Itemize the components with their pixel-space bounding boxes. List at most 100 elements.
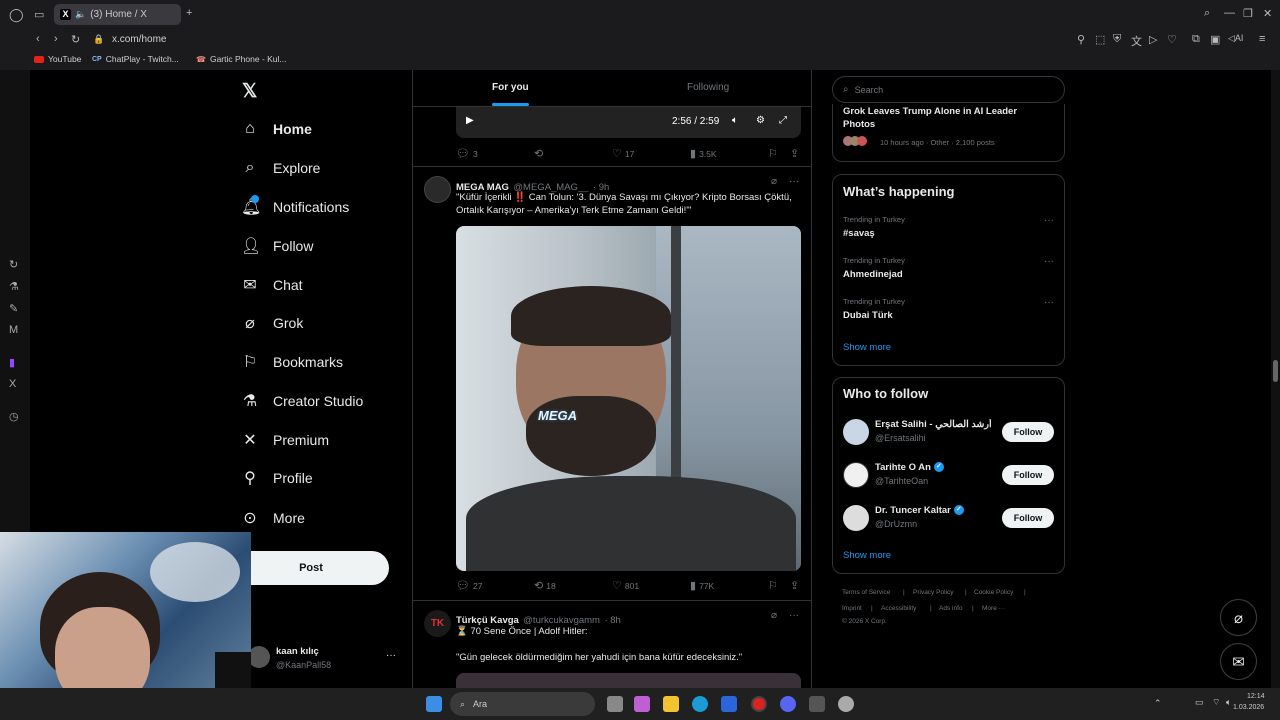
footer-link[interactable]: Terms of Service (842, 589, 890, 596)
nav-follow[interactable]: 👤︎ Follow (241, 231, 313, 261)
twitch-icon[interactable]: ▮ (9, 356, 15, 369)
footer-link[interactable]: Ads info (939, 605, 963, 612)
trend-item[interactable]: Trending in Turkey Ahmedinejad ··· (833, 252, 1064, 290)
close-window-icon[interactable]: ✕ (1263, 7, 1272, 20)
chevron-up-icon[interactable]: ⌃ (1154, 698, 1162, 709)
follow-button[interactable]: Follow (1002, 422, 1054, 442)
follow-button[interactable]: Follow (1002, 508, 1054, 528)
share-button[interactable]: ⇪ (790, 579, 799, 592)
opera-icon[interactable] (751, 696, 767, 712)
discord-icon[interactable] (780, 696, 796, 712)
follow-suggestion[interactable]: Dr. Tuncer Kaltar ✓ @DrUzmn Follow (833, 502, 1064, 538)
nav-more[interactable]: ⊙ More (241, 503, 305, 533)
nav-creator-studio[interactable]: ⚗ Creator Studio (241, 386, 363, 416)
clock-date[interactable]: 1.03.2026 (1233, 704, 1264, 711)
maximize-icon[interactable]: ❐ (1243, 7, 1253, 20)
ai-icon[interactable]: ◁AI (1228, 33, 1243, 44)
search-input[interactable]: ⌕ Search (832, 76, 1065, 103)
footer-link[interactable]: Imprint (842, 605, 862, 612)
back-icon[interactable]: ‹ (36, 33, 40, 45)
reply-button[interactable]: 💬︎ 27 (456, 579, 482, 592)
volume-icon[interactable]: 🔈︎ (732, 115, 738, 126)
scrollbar-thumb[interactable] (1273, 360, 1278, 382)
snapshot-icon[interactable]: ⬚ (1095, 33, 1105, 46)
flask-icon[interactable]: ⚗ (9, 280, 19, 293)
edge-icon[interactable] (692, 696, 708, 712)
wallet-icon[interactable]: ▣ (1210, 33, 1220, 46)
show-more-link[interactable]: Show more (843, 342, 891, 353)
windows-start-icon[interactable] (426, 696, 442, 712)
heart-icon[interactable]: ♡ (1167, 33, 1177, 46)
follow-suggestion[interactable]: Tarihte O An ✓ @TarihteOan Follow (833, 459, 1064, 495)
minimize-icon[interactable]: — (1224, 7, 1235, 19)
footer-link[interactable]: Privacy Policy (913, 589, 953, 596)
bookmark-button[interactable]: ⚐ (768, 147, 778, 160)
more-dots-icon[interactable]: ··· (1044, 215, 1054, 226)
history-icon[interactable]: ↻ (9, 258, 18, 271)
account-switcher[interactable]: kaan kılıç @KaanPall58 ··· (248, 644, 398, 674)
display-icon[interactable]: ▭ (1195, 697, 1204, 708)
share-button[interactable]: ⇪ (790, 147, 799, 160)
nav-chat[interactable]: ✉ Chat (241, 270, 302, 300)
play-icon[interactable]: ▷ (1149, 33, 1157, 46)
x-sidebar-icon[interactable]: X (9, 378, 16, 390)
workspaces-icon[interactable]: ▭ (34, 8, 44, 21)
edit-icon[interactable]: ✎ (9, 302, 18, 315)
nav-explore[interactable]: ⌕ Explore (241, 153, 321, 183)
views-button[interactable]: ▮ 77K (690, 579, 714, 592)
more-dots-icon[interactable]: ··· (789, 610, 799, 621)
follow-suggestion[interactable]: Erşat Salihi - أرشد الصالحي @Ersatsalihi… (833, 416, 1064, 452)
nav-premium[interactable]: ✕ Premium (241, 425, 329, 455)
more-dots-icon[interactable]: ··· (1044, 297, 1054, 308)
like-button[interactable]: ♡ 17 (612, 147, 634, 160)
fullscreen-icon[interactable]: ⤢ (779, 115, 787, 126)
settings-icon[interactable]: ⚙ (756, 115, 765, 126)
x-logo-icon[interactable]: 𝕏 (242, 80, 257, 103)
clock-icon[interactable]: ◷ (9, 410, 19, 423)
task-view-icon[interactable] (607, 696, 623, 712)
nav-notifications[interactable]: 🔔︎ Notifications (241, 192, 349, 222)
video-player[interactable]: ▶ 2:56 / 2:59 🔈︎ ⚙ ⤢ (456, 105, 801, 138)
play-icon[interactable]: ▶ (466, 115, 474, 126)
translate-icon[interactable]: 文 (1131, 33, 1142, 49)
forward-icon[interactable]: › (54, 33, 58, 45)
clock-time[interactable]: 12:14 (1247, 693, 1265, 700)
new-tab-icon[interactable]: + (186, 7, 192, 19)
tweet-media[interactable] (456, 673, 801, 688)
more-dots-icon[interactable]: ··· (386, 650, 396, 661)
store-icon[interactable] (721, 696, 737, 712)
nav-profile[interactable]: ⚲ Profile (241, 463, 313, 493)
browser-tab[interactable]: X 🔈 (3) Home / X (54, 4, 181, 25)
bookmark-gartic[interactable]: ☎ Gartic Phone - Kul... (196, 54, 287, 64)
scrollbar[interactable] (1271, 70, 1280, 688)
bookmark-youtube[interactable]: YouTube (34, 54, 81, 64)
tweet-video[interactable]: MEGA (456, 226, 801, 571)
trend-item[interactable]: Trending in Turkey Dubai Türk ··· (833, 293, 1064, 331)
steam-icon[interactable] (809, 696, 825, 712)
footer-link[interactable]: Accessibility (881, 605, 916, 612)
grok-icon[interactable]: ⌀ (771, 176, 777, 187)
file-explorer-icon[interactable] (663, 696, 679, 712)
avatar[interactable]: TK (424, 610, 451, 637)
taskbar-search[interactable]: ⌕ Ara (450, 692, 595, 716)
follow-button[interactable]: Follow (1002, 465, 1054, 485)
bookmark-button[interactable]: ⚐ (768, 579, 778, 592)
nav-grok[interactable]: ⌀ Grok (241, 308, 303, 338)
post-button[interactable]: Post (233, 551, 389, 585)
more-dots-icon[interactable]: ··· (789, 176, 799, 187)
grok-icon[interactable]: ⌀ (771, 610, 777, 621)
reload-icon[interactable]: ↻ (71, 33, 80, 46)
messages-float-button[interactable]: ✉ (1220, 643, 1257, 680)
volume-icon[interactable]: 🔈︎ (1226, 697, 1231, 708)
more-dots-icon[interactable]: ··· (1044, 256, 1054, 267)
menu-icon[interactable]: ≡ (1259, 33, 1265, 45)
url-field[interactable]: x.com/home (112, 34, 166, 45)
reply-button[interactable]: 💬︎ 3 (456, 147, 478, 160)
wifi-icon[interactable]: ⌔ (1212, 697, 1220, 708)
footer-link[interactable]: Cookie Policy (974, 589, 1013, 596)
nav-bookmarks[interactable]: ⚐ Bookmarks (241, 347, 343, 377)
bookmark-chatplay[interactable]: CP ChatPlay - Twitch... (92, 54, 179, 64)
search-tabs-icon[interactable]: ⌕ (1204, 7, 1210, 20)
tab-for-you[interactable]: For you (492, 82, 529, 93)
extensions-icon[interactable]: ⧉ (1192, 33, 1200, 46)
